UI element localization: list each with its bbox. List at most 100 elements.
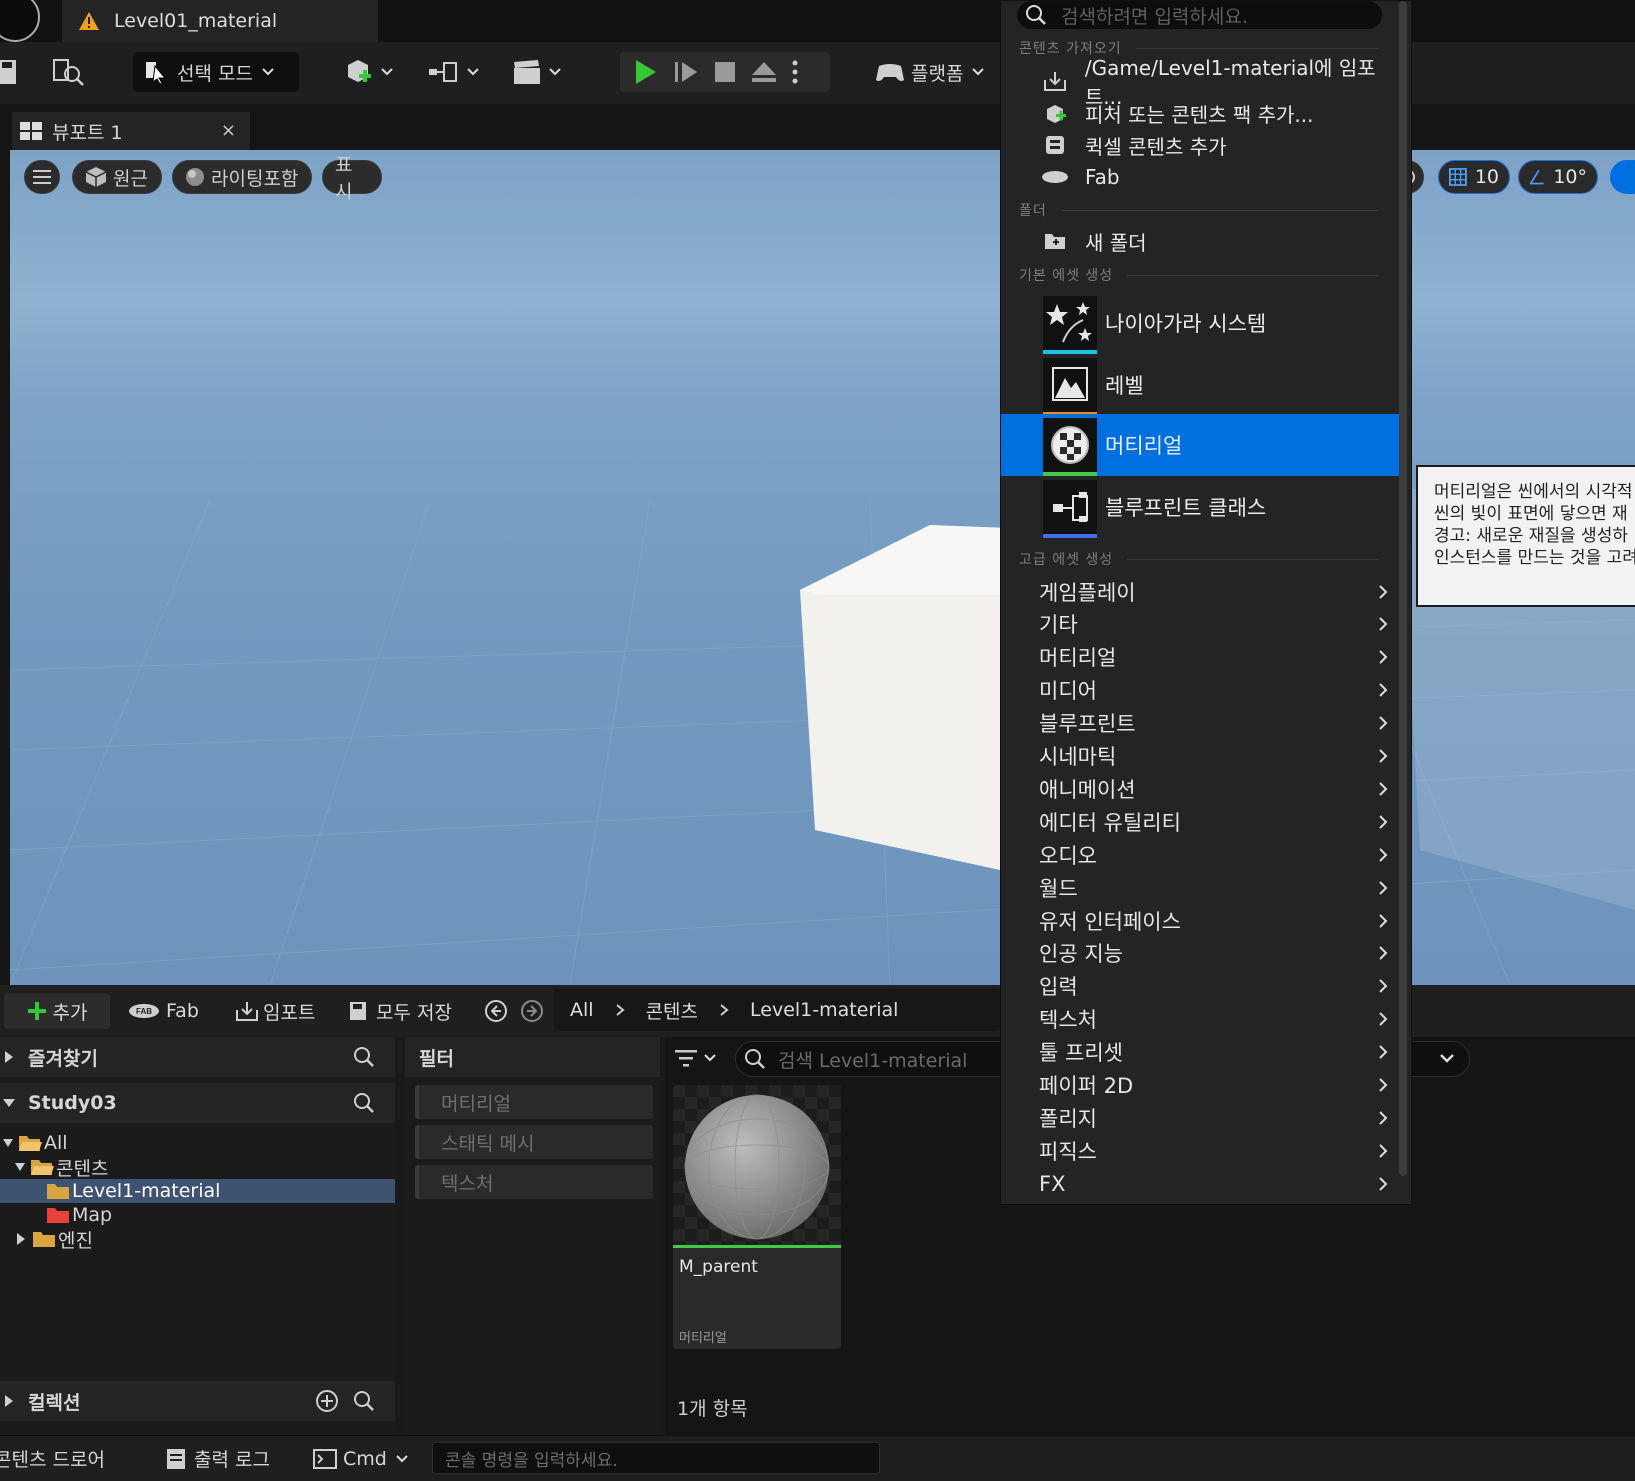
submenu-item[interactable]: 입력 xyxy=(1039,970,1389,1003)
eject-icon[interactable] xyxy=(750,59,778,85)
console-command-input[interactable]: 콘솔 명령을 입력하세요. xyxy=(432,1442,880,1474)
submenu-item[interactable]: 머티리얼 xyxy=(1039,641,1389,674)
menu-item-label: 레벨 xyxy=(1105,374,1144,398)
submenu-item[interactable]: 기타 xyxy=(1039,608,1389,641)
chevron-right-icon xyxy=(615,1004,625,1016)
submenu-item[interactable]: 페이퍼 2D xyxy=(1039,1069,1389,1102)
lighting-mode-button[interactable]: 라이팅포함 xyxy=(172,160,312,194)
submenu-item[interactable]: 오디오 xyxy=(1039,838,1389,871)
favorites-header[interactable]: 즐겨찾기 xyxy=(0,1037,395,1077)
blueprint-dropdown[interactable] xyxy=(428,52,480,92)
grid-snap-button[interactable]: 10 xyxy=(1438,160,1510,194)
platforms-dropdown[interactable]: 플랫폼 xyxy=(875,52,985,92)
submenu-item[interactable]: 텍스처 xyxy=(1039,1003,1389,1036)
menu-item-quixel[interactable]: 퀵셀 콘텐츠 추가 xyxy=(1041,129,1227,161)
add-label: 추가 xyxy=(52,1001,88,1024)
submenu-item-label: 툴 프리셋 xyxy=(1039,1041,1123,1066)
chevron-down-icon[interactable] xyxy=(1439,1053,1455,1065)
level-warning-icon xyxy=(79,12,99,30)
chevron-right-icon xyxy=(1379,880,1388,895)
asset-tile-m-parent[interactable]: M_parent 머티리얼 xyxy=(673,1085,841,1349)
project-header[interactable]: Study03 xyxy=(0,1083,395,1123)
menu-item-new-folder[interactable]: 새 폴더 xyxy=(1041,225,1147,257)
save-all-button[interactable]: 모두 저장 xyxy=(348,995,452,1027)
submenu-item[interactable]: 월드 xyxy=(1039,871,1389,904)
submenu-item-label: 애니메이션 xyxy=(1039,777,1136,802)
history-forward-icon[interactable] xyxy=(520,995,544,1027)
import-button[interactable]: 임포트 xyxy=(235,995,315,1027)
submenu-item-label: 기타 xyxy=(1039,613,1078,638)
selection-mode-dropdown[interactable]: 선택 모드 xyxy=(133,52,299,92)
submenu-item[interactable]: 미디어 xyxy=(1039,674,1389,707)
tree-item-all[interactable]: All xyxy=(0,1131,395,1155)
menu-item-import-to[interactable]: /Game/Level1-material에 임포트... xyxy=(1041,56,1411,109)
quick-add-dropdown[interactable] xyxy=(344,52,394,92)
fab-button[interactable]: FAB Fab xyxy=(128,995,199,1027)
menu-item-level[interactable]: 레벨 xyxy=(1001,354,1396,416)
submenu-item[interactable]: 에디터 유틸리티 xyxy=(1039,805,1389,838)
asset-search-placeholder: 검색 Level1-material xyxy=(778,1049,968,1072)
menu-item-material-selected[interactable]: 머티리얼 xyxy=(1001,414,1401,476)
submenu-item[interactable]: 블루프린트 xyxy=(1039,707,1389,740)
filter-dropdown[interactable] xyxy=(675,1049,717,1067)
show-flags-button[interactable]: 표시 xyxy=(322,154,382,203)
submenu-item[interactable]: 인공 지능 xyxy=(1039,937,1389,970)
add-button[interactable]: 추가 xyxy=(4,993,110,1029)
menu-item-blueprint-class[interactable]: 블루프린트 클래스 xyxy=(1001,476,1396,538)
tree-item-map[interactable]: Map xyxy=(0,1203,395,1227)
add-collection-icon[interactable] xyxy=(315,1389,339,1413)
submenu-item-label: 월드 xyxy=(1039,876,1078,901)
asset-type: 머티리얼 xyxy=(679,1331,727,1346)
browse-level-icon[interactable] xyxy=(52,52,86,92)
filter-static-mesh[interactable]: 스태틱 메시 xyxy=(415,1125,653,1159)
more-options-icon[interactable] xyxy=(790,57,800,87)
menu-item-niagara-system[interactable]: 나이아가라 시스템 xyxy=(1001,292,1396,354)
viewport-menu-button[interactable] xyxy=(24,160,60,194)
submenu-item[interactable]: 시네마틱 xyxy=(1039,740,1389,773)
tree-item-level1-material[interactable]: Level1-material xyxy=(0,1179,395,1203)
history-back-icon[interactable] xyxy=(484,995,508,1027)
breadcrumb-level1-material[interactable]: Level1-material xyxy=(750,999,898,1021)
angle-snap-button[interactable]: 10° xyxy=(1518,160,1598,194)
search-icon[interactable] xyxy=(353,1390,375,1412)
submenu-item[interactable]: 게임플레이 xyxy=(1039,575,1389,608)
submenu-item[interactable]: 유저 인터페이스 xyxy=(1039,904,1389,937)
cmd-dropdown[interactable]: Cmd xyxy=(313,1436,409,1481)
collections-header[interactable]: 컬렉션 xyxy=(0,1381,395,1421)
filter-header: 필터 xyxy=(405,1037,660,1077)
breadcrumb-all[interactable]: All xyxy=(570,999,594,1021)
menu-item-add-feature-pack[interactable]: 피처 또는 콘텐츠 팩 추가... xyxy=(1041,97,1314,129)
submenu-item[interactable]: 애니메이션 xyxy=(1039,772,1389,805)
perspective-button[interactable]: 원근 xyxy=(72,160,162,194)
search-icon[interactable] xyxy=(353,1092,375,1114)
submenu-item[interactable]: 툴 프리셋 xyxy=(1039,1036,1389,1069)
cinematics-dropdown[interactable] xyxy=(512,52,562,92)
collections-label: 컬렉션 xyxy=(28,1391,81,1414)
submenu-item[interactable]: 폴리지 xyxy=(1039,1101,1389,1134)
step-forward-icon[interactable] xyxy=(672,58,700,86)
folder-icon xyxy=(33,1232,55,1247)
output-log-button[interactable]: 출력 로그 xyxy=(166,1436,270,1481)
status-bar: 콘텐츠 드로어 출력 로그 Cmd 콘솔 명령을 입력하세요. xyxy=(0,1435,1635,1481)
menu-search-placeholder: 검색하려면 입력하세요. xyxy=(1061,5,1248,28)
play-icon[interactable] xyxy=(630,57,660,87)
menu-item-fab[interactable]: Fab xyxy=(1041,161,1120,193)
tree-label: 엔진 xyxy=(58,1229,93,1252)
viewport-tab[interactable]: 뷰포트 1 × xyxy=(12,112,250,150)
breadcrumb-content[interactable]: 콘텐츠 xyxy=(646,997,698,1024)
search-icon[interactable] xyxy=(353,1046,375,1068)
menu-scrollbar[interactable] xyxy=(1399,1,1407,1176)
unreal-logo-icon[interactable] xyxy=(0,0,40,42)
close-tab-icon[interactable]: × xyxy=(221,120,236,141)
filter-texture[interactable]: 텍스처 xyxy=(415,1165,653,1199)
submenu-item[interactable]: 피직스 xyxy=(1039,1134,1389,1167)
save-icon[interactable] xyxy=(0,52,20,92)
content-drawer-button[interactable]: 콘텐츠 드로어 xyxy=(0,1436,105,1481)
submenu-item[interactable]: FX xyxy=(1039,1167,1389,1200)
stop-icon[interactable] xyxy=(712,59,738,85)
menu-search-input[interactable]: 검색하려면 입력하세요. xyxy=(1017,1,1382,29)
tree-item-content[interactable]: 콘텐츠 xyxy=(0,1155,395,1180)
tree-item-engine[interactable]: 엔진 xyxy=(0,1227,395,1252)
filter-material[interactable]: 머티리얼 xyxy=(415,1085,653,1119)
level-document-tab[interactable]: Level01_material xyxy=(62,0,378,42)
